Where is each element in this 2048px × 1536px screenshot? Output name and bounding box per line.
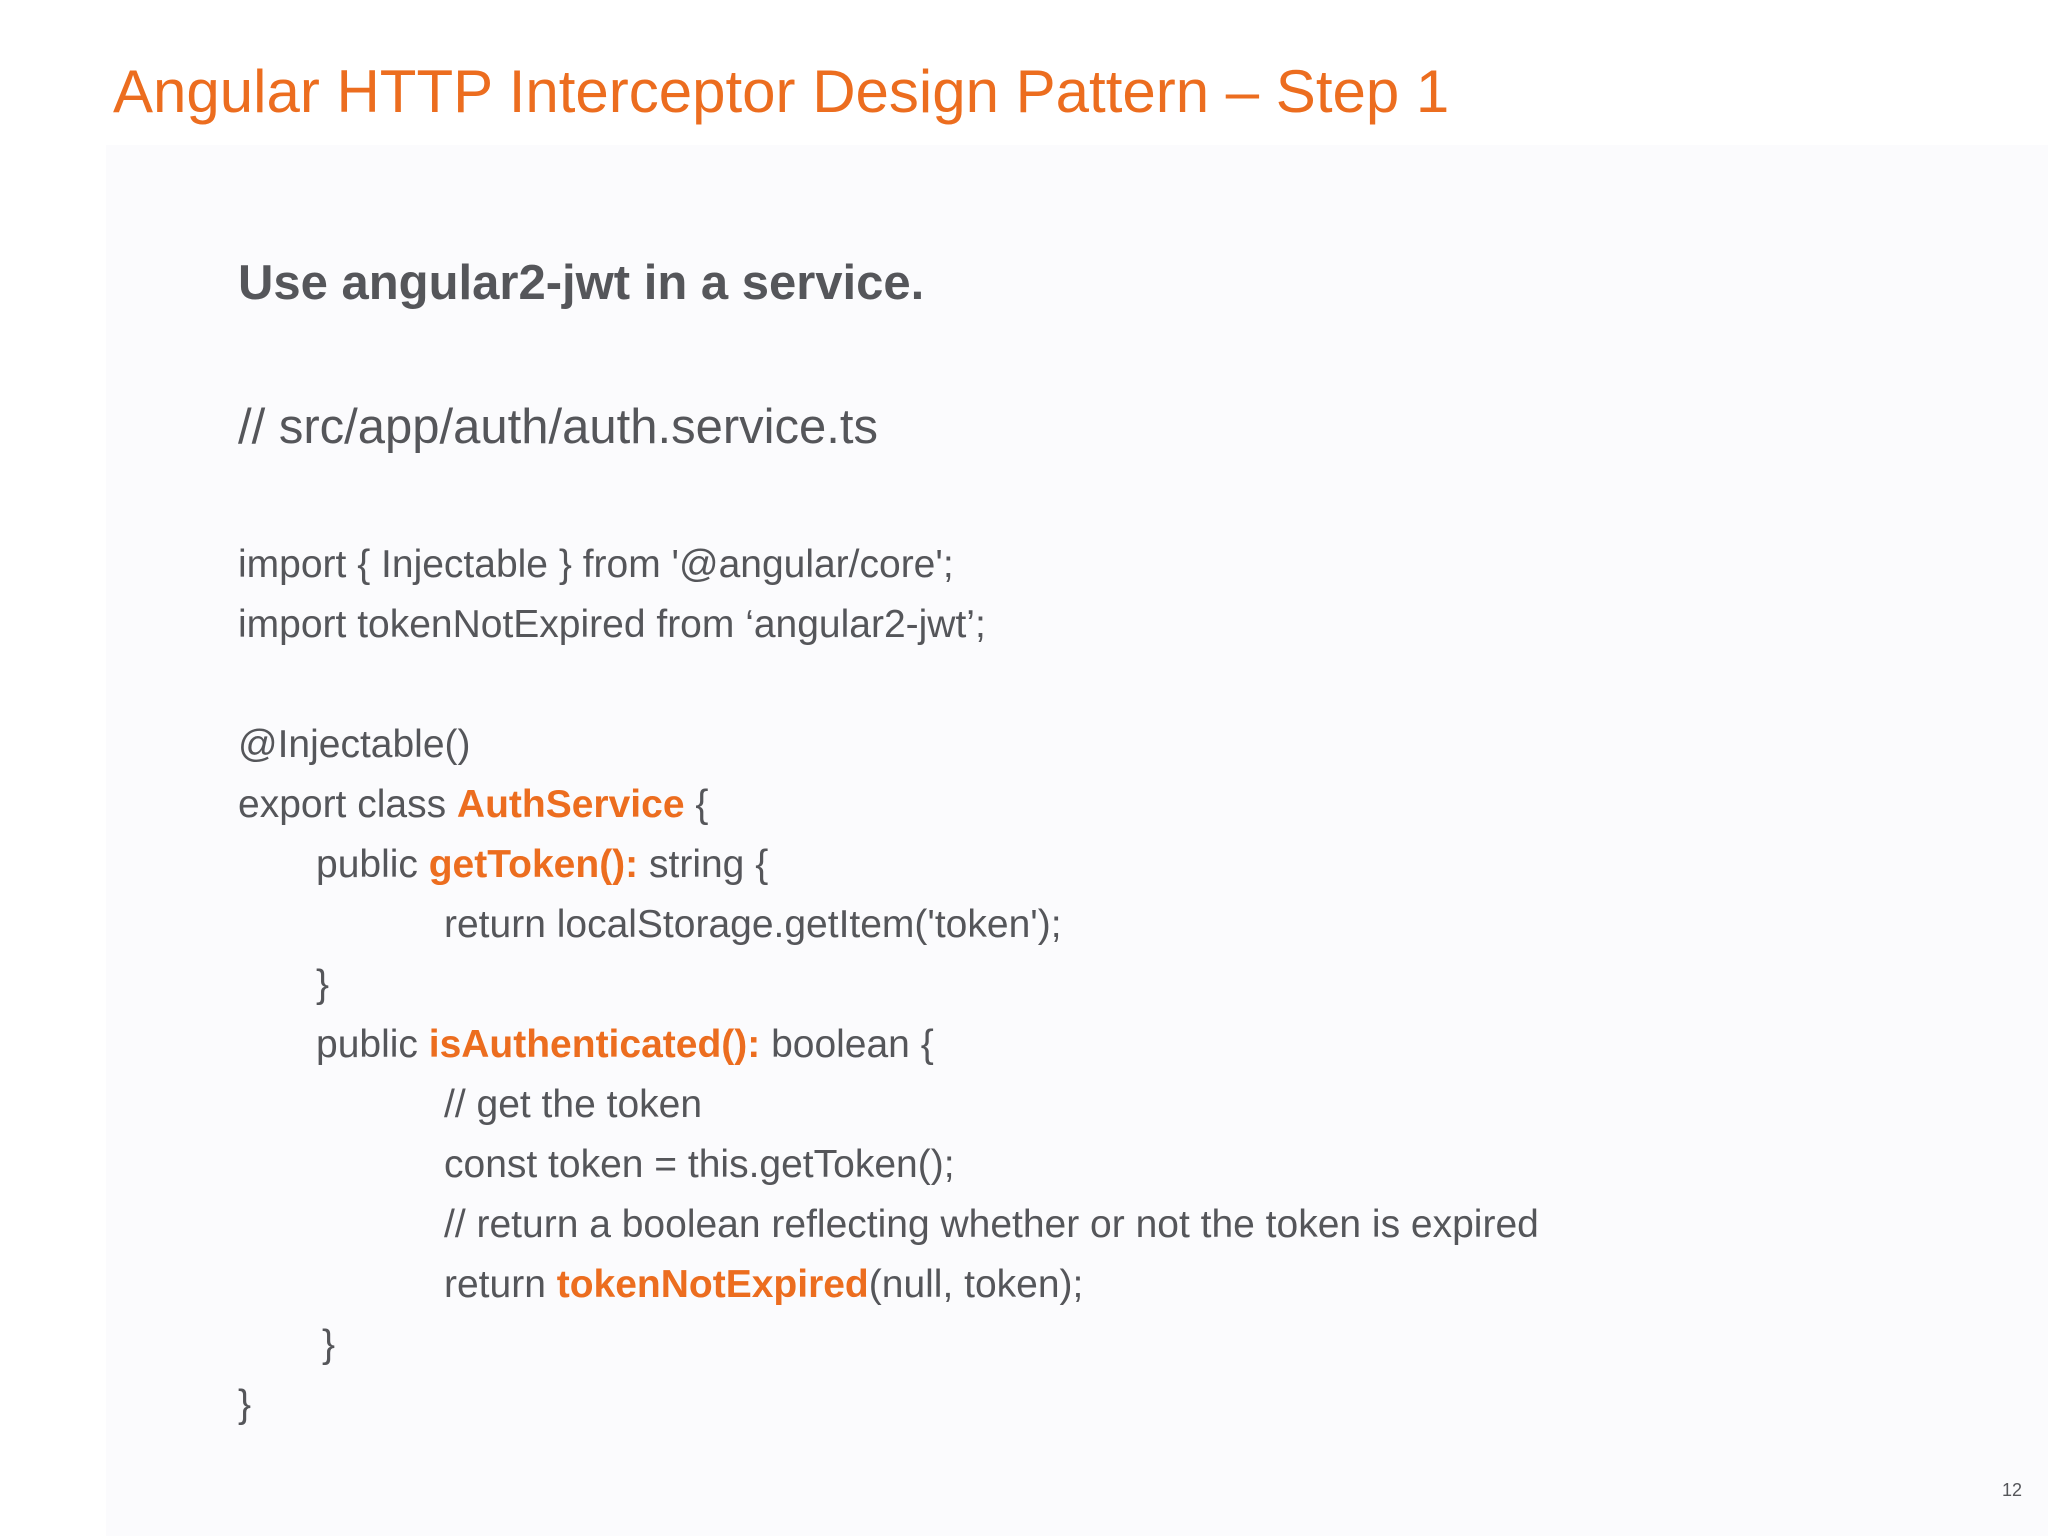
function-call-highlight: tokenNotExpired [556, 1263, 869, 1306]
page-number: 12 [2002, 1480, 2023, 1500]
code-line-get-token-signature: public getToken(): string { [238, 835, 1539, 895]
code-line-get-token-return: return localStorage.getItem('token'); [444, 903, 1062, 946]
code-line-close-brace: } [322, 1323, 336, 1366]
code-line-const-token: const token = this.getToken(); [444, 1143, 955, 1186]
code-line-is-authenticated-signature: public isAuthenticated(): boolean { [238, 1015, 1539, 1075]
code-line-import-1: import { Injectable } from '@angular/cor… [238, 543, 954, 586]
class-name-highlight: AuthService [456, 783, 685, 826]
slide-title: Angular HTTP Interceptor Design Pattern … [113, 58, 1450, 125]
code-text: { [684, 783, 709, 826]
code-text: string { [638, 843, 769, 886]
code-line-import-2: import tokenNotExpired from ‘angular2-jw… [238, 603, 986, 646]
code-text: public [316, 843, 429, 886]
code-text: return [444, 1263, 557, 1306]
slide-subtitle: Use angular2-jwt in a service. [238, 256, 925, 310]
code-line-close-brace: } [238, 1383, 252, 1426]
code-text: (null, token); [868, 1263, 1084, 1306]
code-text: export class [238, 783, 457, 826]
file-path-comment: // src/app/auth/auth.service.ts [238, 400, 879, 454]
code-text: boolean { [760, 1023, 934, 1066]
code-line-comment: // get the token [444, 1083, 703, 1126]
code-line-decorator: @Injectable() [238, 723, 471, 766]
code-block: import { Injectable } from '@angular/cor… [238, 535, 1539, 1435]
code-line-close-brace: } [316, 963, 330, 1006]
method-name-highlight: getToken(): [428, 843, 639, 886]
code-text: public [316, 1023, 429, 1066]
method-name-highlight: isAuthenticated(): [428, 1023, 761, 1066]
code-line-class-declaration: export class AuthService { [238, 775, 1539, 835]
code-line-return: return tokenNotExpired(null, token); [238, 1255, 1539, 1315]
code-line-comment: // return a boolean reflecting whether o… [444, 1203, 1539, 1246]
